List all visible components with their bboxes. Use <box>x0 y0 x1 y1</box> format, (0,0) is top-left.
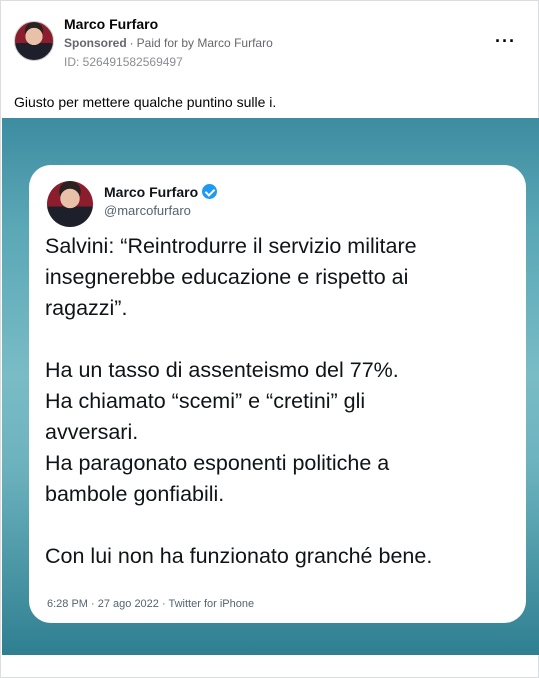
tweet-line: Ha paragonato esponenti politiche a <box>45 451 390 475</box>
post-caption: Giusto per mettere qualche puntino sulle… <box>14 94 277 110</box>
sponsored-line: Sponsored · Paid for by Marco Furfaro <box>64 36 273 50</box>
tweet-line: Ha chiamato “scemi” e “cretini” gli <box>45 389 366 413</box>
tweet-meta: 6:28 PM · 27 ago 2022 · Twitter for iPho… <box>47 598 255 610</box>
author-name[interactable]: Marco Furfaro <box>64 16 158 32</box>
tweet-author-name: Marco Furfaro <box>104 184 218 200</box>
tweet-line-blank <box>45 324 515 355</box>
tweet-avatar <box>47 181 93 227</box>
tweet-line: Con lui non ha funzionato granché bene. <box>45 544 433 568</box>
tweet-text: Salvini: “Reintrodurre il servizio milit… <box>45 231 515 572</box>
paid-for-prefix: Paid for by <box>136 36 195 50</box>
tweet-line: Salvini: “Reintrodurre il servizio milit… <box>45 234 417 258</box>
tweet-line: insegnerebbe educazione e rispetto ai <box>45 265 409 289</box>
tweet-line: bambole gonfiabili. <box>45 482 225 506</box>
verified-badge-icon <box>202 184 218 199</box>
tweet-author-name-text: Marco Furfaro <box>104 184 199 200</box>
tweet-line: ragazzi”. <box>45 296 128 320</box>
sponsored-label[interactable]: Sponsored <box>64 36 127 50</box>
ad-id: ID: 526491582569497 <box>64 55 183 69</box>
paid-for-name[interactable]: Marco Furfaro <box>197 36 272 50</box>
sponsored-post: Marco Furfaro Sponsored · Paid for by Marc… <box>0 0 539 678</box>
author-avatar[interactable] <box>14 21 54 61</box>
tweet-handle: @marcofurfaro <box>104 203 191 218</box>
separator-dot: · <box>129 36 134 50</box>
tweet-line-blank <box>45 510 515 541</box>
tweet-line: Ha un tasso di assenteismo del 77%. <box>45 358 399 382</box>
more-options-icon[interactable]: ··· <box>495 31 516 52</box>
post-image[interactable]: Marco Furfaro @marcofurfaro Salvini: “Re… <box>2 118 539 655</box>
post-header: Marco Furfaro Sponsored · Paid for by Marc… <box>1 1 538 81</box>
tweet-line: avversari. <box>45 420 139 444</box>
tweet-card: Marco Furfaro @marcofurfaro Salvini: “Re… <box>29 165 526 623</box>
